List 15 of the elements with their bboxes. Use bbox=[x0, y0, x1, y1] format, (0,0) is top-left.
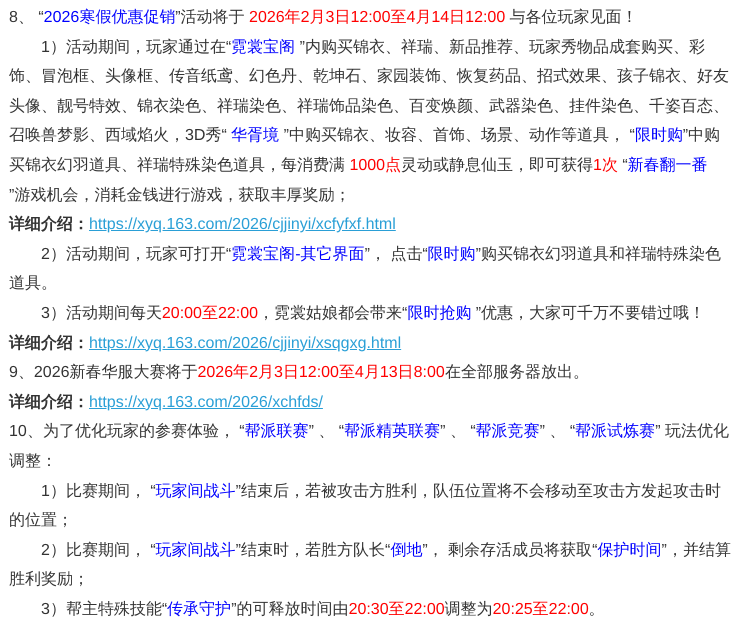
detail-label: 详细介绍： bbox=[9, 394, 89, 411]
detail-link[interactable]: https://xyq.163.com/2026/cjjinyi/xcfyfxf.html bbox=[89, 216, 396, 234]
paragraph: 9、2026新春华服大赛将于2026年2月3日12:00至4月13日8:00在全部服务器放出。 bbox=[9, 362, 590, 384]
paragraph: 10、为了优化玩家的参赛体验， “帮派联赛” 、 “帮派精英联赛” 、 “帮派竞赛” 、 “帮派试炼赛” 玩法优化调整： bbox=[9, 422, 730, 472]
detail-label: 详细介绍： bbox=[9, 334, 89, 352]
paragraph: 1）比赛期间， “玩家间战斗”结束后，若被攻击方胜利，队伍位置将不会移动至攻击方发起攻击时的位置； bbox=[9, 482, 722, 532]
detail-link[interactable]: https://xyq.163.com/2026/cjjinyi/xsqgxg.html bbox=[89, 334, 402, 352]
paragraph: 2）活动期间，玩家可打开“霓裳宝阁-其它界面”， 点击“限时购”购买锦衣幻羽道具和祥瑞特殊染色道具。 bbox=[9, 244, 722, 294]
detail-label: 详细介绍： bbox=[9, 216, 89, 234]
paragraph: 8、 “2026寒假优惠促销”活动将于 2026年2月3日12:00至4月14日12:00 与各位玩家见面！ bbox=[9, 8, 639, 28]
paragraph: 3）帮主特殊技能“传承守护”的可释放时间由20:30至22:00调整为20:25至22:00。 bbox=[40, 600, 606, 620]
paragraph: 1）活动期间，玩家通过在“霓裳宝阁 ”内购买锦衣、祥瑞、新品推荐、玩家秀物品成套购买、彩饰、冒泡框、头像框、传音纸鸢、幻色丹、乾坤石、家园装饰、恢复药品、招式效果、孩子锦衣、好友头像、靓号特效、锦衣染色、祥瑞染色、祥瑞饰品染色、百变焕颜、武器染色、挂件染色、千姿百态、召唤兽梦影、西域焰火，3D秀“ 华胥境 ”中购买锦衣、妆容、首饰、场景、动作等道具， “限时购”中购买锦衣幻羽道具、祥瑞特殊染色道具，每消费满 1000点灵动或静息仙玉，即可获得1次 “新春翻一番 ”游戏机会，消耗金钱进行游戏，获取丰厚奖励； bbox=[9, 38, 730, 206]
paragraph: 3）活动期间每天20:00至22:00，霓裳姑娘都会带来“限时抢购 ”优惠，大家可千万不要错过哦！ bbox=[40, 304, 706, 324]
detail-link[interactable]: https://xyq.163.com/2026/xchfds/ bbox=[89, 394, 323, 411]
paragraph: 2）比赛期间， “玩家间战斗”结束时，若胜方队长“倒地”， 剩余存活成员将获取“保护时间”，并结算胜利奖励； bbox=[9, 540, 732, 590]
